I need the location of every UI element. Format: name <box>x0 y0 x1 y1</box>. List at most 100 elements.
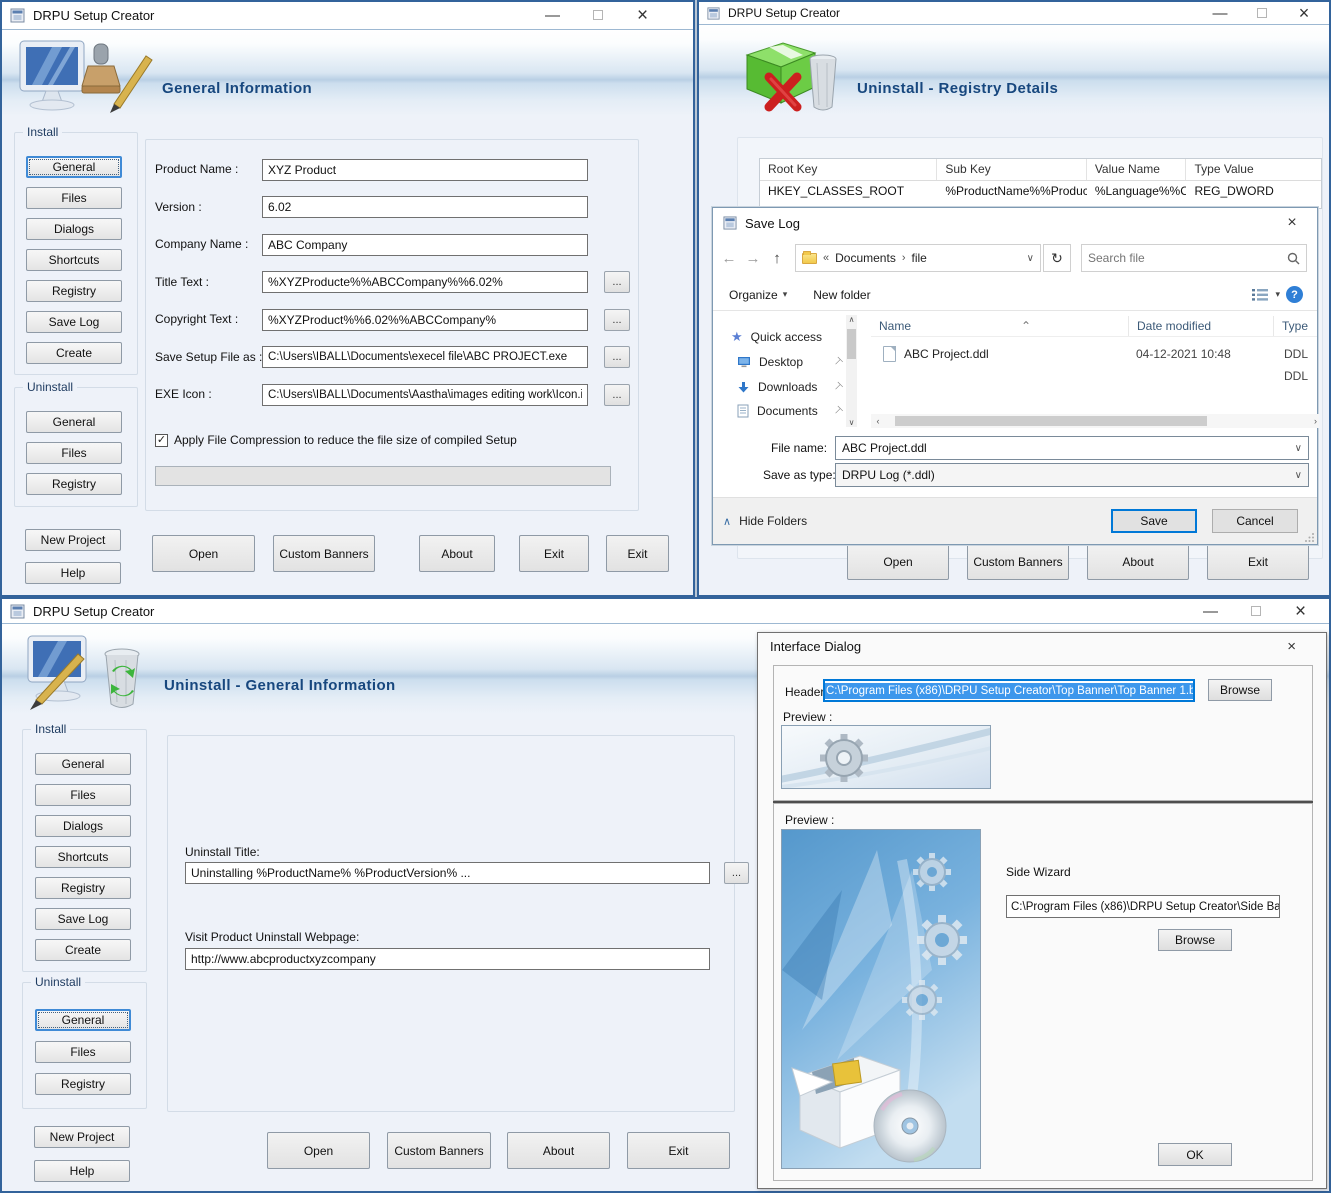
sidebar-item-files[interactable]: Files <box>35 784 131 806</box>
maximize-icon[interactable] <box>1241 6 1283 21</box>
copyright-text-field[interactable] <box>262 309 588 331</box>
close-icon[interactable]: × <box>1287 638 1314 655</box>
sidebar-item-uninstall-general[interactable]: General <box>35 1009 131 1031</box>
new-project-button[interactable]: New Project <box>34 1126 130 1148</box>
chevron-down-icon[interactable]: ∨ <box>1027 253 1034 264</box>
webpage-field[interactable] <box>185 948 710 970</box>
cancel-button[interactable]: Cancel <box>1212 509 1298 533</box>
product-name-field[interactable] <box>262 159 588 181</box>
nav-desktop[interactable]: Desktop ⊤ <box>737 355 803 369</box>
file-name-combo[interactable]: ABC Project.ddl ∨ <box>835 436 1309 460</box>
scroll-thumb[interactable] <box>847 329 856 359</box>
title-text-field[interactable] <box>262 271 588 293</box>
file-row[interactable]: ABC Project.ddl 04-12-2021 10:48 DDL <box>883 344 1317 364</box>
close-icon[interactable]: × <box>620 6 665 25</box>
close-icon[interactable]: × <box>1278 602 1323 621</box>
open-button[interactable]: Open <box>267 1132 370 1169</box>
scroll-left-icon[interactable]: ‹ <box>871 416 885 426</box>
save-setup-browse-button[interactable]: ... <box>604 346 630 368</box>
up-icon[interactable]: ↑ <box>765 250 789 267</box>
header-path-field[interactable]: C:\Program Files (x86)\DRPU Setup Creato… <box>823 679 1195 702</box>
sidebar-item-shortcuts[interactable]: Shortcuts <box>26 249 122 271</box>
file-row[interactable]: DDL <box>883 366 1317 386</box>
horizontal-scrollbar[interactable]: ‹ › <box>871 414 1319 428</box>
search-input[interactable] <box>1088 251 1287 265</box>
version-field[interactable] <box>262 196 588 218</box>
compression-checkbox-row[interactable]: ✓ Apply File Compression to reduce the f… <box>155 433 517 447</box>
save-button[interactable]: Save <box>1111 509 1197 533</box>
organize-menu[interactable]: Organize ▾ <box>729 288 787 302</box>
copyright-text-browse-button[interactable]: ... <box>604 309 630 331</box>
sidebar-item-create[interactable]: Create <box>35 939 131 961</box>
nav-downloads[interactable]: Downloads ⊤ <box>737 380 817 394</box>
sidebar-item-registry[interactable]: Registry <box>35 877 131 899</box>
sidebar-item-general[interactable]: General <box>35 753 131 775</box>
open-button[interactable]: Open <box>847 543 949 580</box>
scroll-down-icon[interactable]: ∨ <box>846 418 857 427</box>
registry-table[interactable]: Root Key Sub Key Value Name Type Value H… <box>759 158 1322 209</box>
view-list-icon[interactable] <box>1251 288 1269 302</box>
close-icon[interactable]: × <box>1277 214 1307 232</box>
checkbox-checked-icon[interactable]: ✓ <box>155 434 168 447</box>
browse-button[interactable]: Browse <box>1208 679 1272 701</box>
scroll-thumb[interactable] <box>895 416 1207 426</box>
sidebar-item-uninstall-registry[interactable]: Registry <box>35 1073 131 1095</box>
uninstall-title-browse-button[interactable]: ... <box>724 862 749 884</box>
hide-folders-button[interactable]: ∧ Hide Folders <box>723 514 807 528</box>
exit-button[interactable]: Exit <box>519 535 589 572</box>
ok-button[interactable]: OK <box>1158 1143 1232 1166</box>
custom-banners-button[interactable]: Custom Banners <box>273 535 375 572</box>
breadcrumb-documents[interactable]: Documents <box>835 251 896 265</box>
title-text-browse-button[interactable]: ... <box>604 271 630 293</box>
column-value-name[interactable]: Value Name <box>1087 159 1187 180</box>
nav-quick-access[interactable]: ★ Quick access <box>731 329 822 345</box>
column-name[interactable]: Name⌃ <box>871 316 1129 336</box>
sidebar-item-uninstall-files[interactable]: Files <box>26 442 122 464</box>
search-box[interactable] <box>1081 244 1307 272</box>
sidebar-item-create[interactable]: Create <box>26 342 122 364</box>
scroll-right-icon[interactable]: › <box>1314 416 1317 426</box>
scroll-up-icon[interactable]: ∧ <box>846 315 857 324</box>
about-button[interactable]: About <box>507 1132 610 1169</box>
breadcrumb-back-chevron[interactable]: « <box>823 252 829 264</box>
help-button[interactable]: Help <box>25 562 121 584</box>
exe-icon-browse-button[interactable]: ... <box>604 384 630 406</box>
chevron-down-icon[interactable]: ▾ <box>1275 289 1280 300</box>
sidebar-item-save-log[interactable]: Save Log <box>26 311 122 333</box>
maximize-icon[interactable] <box>1233 604 1278 619</box>
save-type-combo[interactable]: DRPU Log (*.ddl) ∨ <box>835 463 1309 487</box>
help-icon[interactable]: ? <box>1286 286 1303 303</box>
help-button[interactable]: Help <box>34 1160 130 1182</box>
exe-icon-field[interactable] <box>262 384 588 406</box>
custom-banners-button[interactable]: Custom Banners <box>387 1132 491 1169</box>
titlebar[interactable]: DRPU Setup Creator — × <box>699 2 1329 25</box>
chevron-down-icon[interactable]: ∨ <box>1295 443 1302 454</box>
uninstall-title-field[interactable] <box>185 862 710 884</box>
sidebar-item-general[interactable]: General <box>26 156 122 178</box>
chevron-down-icon[interactable]: ∨ <box>1295 470 1302 481</box>
sidebar-item-shortcuts[interactable]: Shortcuts <box>35 846 131 868</box>
dialog-titlebar[interactable]: Save Log × <box>713 208 1317 238</box>
titlebar[interactable]: DRPU Setup Creator — × <box>2 2 693 30</box>
minimize-icon[interactable]: — <box>1199 6 1241 21</box>
resize-grip[interactable] <box>1305 532 1315 542</box>
column-root-key[interactable]: Root Key <box>760 159 937 180</box>
column-type[interactable]: Type <box>1274 316 1314 336</box>
refresh-icon[interactable]: ↻ <box>1043 244 1071 272</box>
exit-button-2[interactable]: Exit <box>606 535 669 572</box>
forward-icon[interactable]: → <box>741 250 765 267</box>
company-name-field[interactable] <box>262 234 588 256</box>
new-project-button[interactable]: New Project <box>25 529 121 551</box>
save-setup-field[interactable] <box>262 346 588 368</box>
sidebar-item-uninstall-registry[interactable]: Registry <box>26 473 122 495</box>
column-type-value[interactable]: Type Value <box>1186 159 1321 180</box>
sidebar-item-dialogs[interactable]: Dialogs <box>35 815 131 837</box>
column-sub-key[interactable]: Sub Key <box>937 159 1086 180</box>
sidebar-item-files[interactable]: Files <box>26 187 122 209</box>
breadcrumb[interactable]: « Documents › file ∨ <box>795 244 1041 272</box>
open-button[interactable]: Open <box>152 535 255 572</box>
sidebar-item-save-log[interactable]: Save Log <box>35 908 131 930</box>
about-button[interactable]: About <box>419 535 495 572</box>
sidebar-item-uninstall-files[interactable]: Files <box>35 1041 131 1063</box>
back-icon[interactable]: ← <box>717 250 741 267</box>
